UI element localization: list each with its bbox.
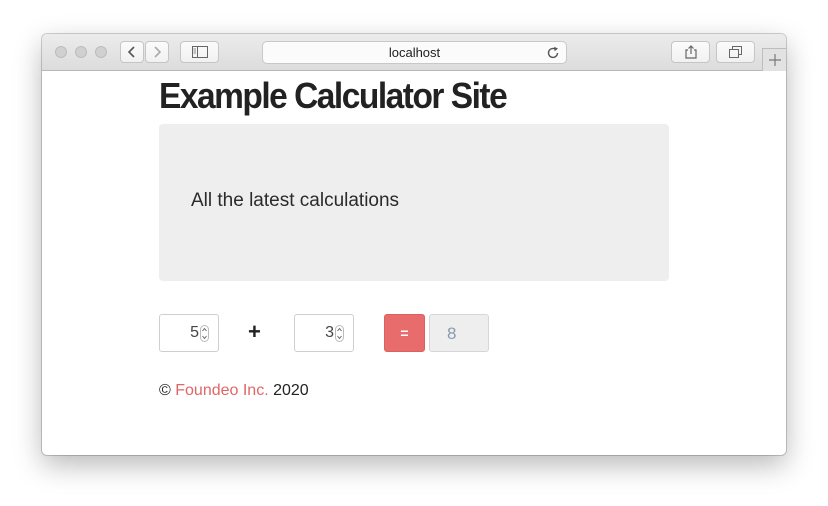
copyright-year: 2020 xyxy=(273,382,309,399)
share-button[interactable] xyxy=(671,41,710,63)
zoom-window-dot[interactable] xyxy=(95,46,107,58)
footer: © Foundeo Inc. 2020 xyxy=(159,382,309,400)
chevron-left-icon xyxy=(127,46,135,58)
share-icon xyxy=(684,45,697,59)
browser-toolbar: localhost xyxy=(42,34,786,71)
reload-icon xyxy=(547,46,559,59)
new-tab-button[interactable] xyxy=(762,48,786,71)
address-bar[interactable]: localhost xyxy=(262,41,567,64)
result-field: 8 xyxy=(429,314,489,352)
jumbotron: All the latest calculations xyxy=(159,124,669,281)
stepper-icon[interactable] xyxy=(335,325,344,342)
equals-button[interactable]: = xyxy=(384,314,425,352)
browser-window: localhost Example Calculator Site All th… xyxy=(42,34,786,455)
minimize-window-dot[interactable] xyxy=(75,46,87,58)
operand-b-value: 3 xyxy=(325,324,334,341)
operand-a-input[interactable]: 5 xyxy=(159,314,219,352)
stepper-icon[interactable] xyxy=(200,325,209,342)
result-value: 8 xyxy=(447,324,457,343)
sidebar-button[interactable] xyxy=(180,41,219,63)
tabs-icon xyxy=(728,46,742,58)
reload-button[interactable] xyxy=(546,45,560,66)
copyright-symbol: © xyxy=(159,382,171,399)
forward-button[interactable] xyxy=(145,41,169,63)
tabs-overview-button[interactable] xyxy=(716,41,755,63)
page-content: Example Calculator Site All the latest c… xyxy=(42,71,786,455)
jumbotron-text: All the latest calculations xyxy=(191,190,400,211)
plus-icon xyxy=(768,54,781,66)
sidebar-icon xyxy=(191,46,208,58)
address-text: localhost xyxy=(388,45,441,60)
chevron-right-icon xyxy=(154,46,162,58)
operand-b-input[interactable]: 3 xyxy=(294,314,354,352)
operator-symbol: + xyxy=(248,319,261,344)
close-window-dot[interactable] xyxy=(55,46,67,58)
page-title: Example Calculator Site xyxy=(159,75,508,116)
company-link[interactable]: Foundeo Inc. xyxy=(175,382,268,399)
back-button[interactable] xyxy=(120,41,144,63)
operand-a-value: 5 xyxy=(190,324,199,341)
